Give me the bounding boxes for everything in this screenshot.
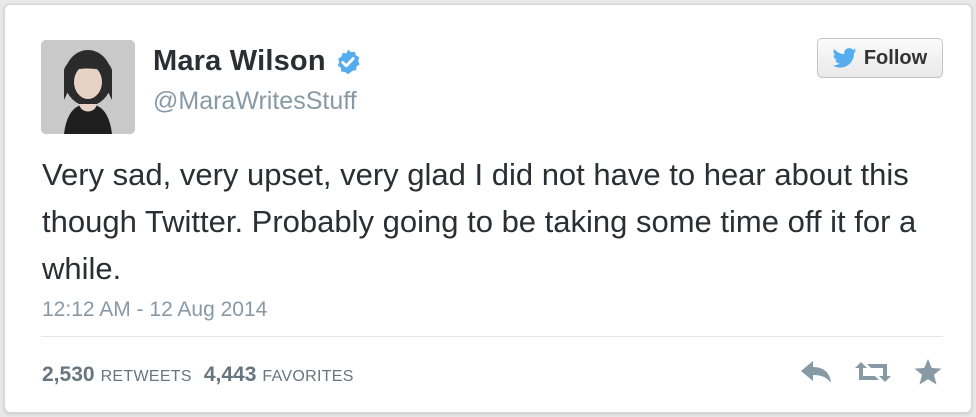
reply-button[interactable] xyxy=(799,359,833,390)
tweet-stats: 2,530 RETWEETS 4,443 FAVORITES xyxy=(42,363,366,387)
retweets-count[interactable]: 2,530 xyxy=(42,363,95,387)
tweet-timestamp[interactable]: 12:12 AM - 12 Aug 2014 xyxy=(42,298,267,322)
retweet-icon xyxy=(855,362,891,382)
user-handle[interactable]: @MaraWritesStuff xyxy=(153,87,357,116)
star-icon xyxy=(914,359,942,385)
twitter-bird-icon xyxy=(832,48,857,68)
avatar-image xyxy=(41,40,135,134)
reply-icon xyxy=(801,361,831,383)
retweet-button[interactable] xyxy=(855,359,891,390)
favorites-count[interactable]: 4,443 xyxy=(204,363,257,387)
follow-button[interactable]: Follow xyxy=(817,38,943,78)
user-name[interactable]: Mara Wilson xyxy=(153,45,362,78)
user-name-text: Mara Wilson xyxy=(153,45,326,77)
tweet-card: Mara Wilson @MaraWritesStuff Follow Very… xyxy=(4,4,972,413)
tweet-text: Very sad, very upset, very glad I did no… xyxy=(42,157,917,286)
avatar[interactable] xyxy=(41,40,135,134)
verified-badge-icon xyxy=(337,49,360,74)
retweets-label[interactable]: RETWEETS xyxy=(101,368,192,386)
favorite-button[interactable] xyxy=(913,358,943,391)
follow-button-label: Follow xyxy=(863,46,928,69)
favorites-label[interactable]: FAVORITES xyxy=(262,368,353,386)
tweet-actions xyxy=(799,358,943,391)
divider xyxy=(41,336,943,337)
